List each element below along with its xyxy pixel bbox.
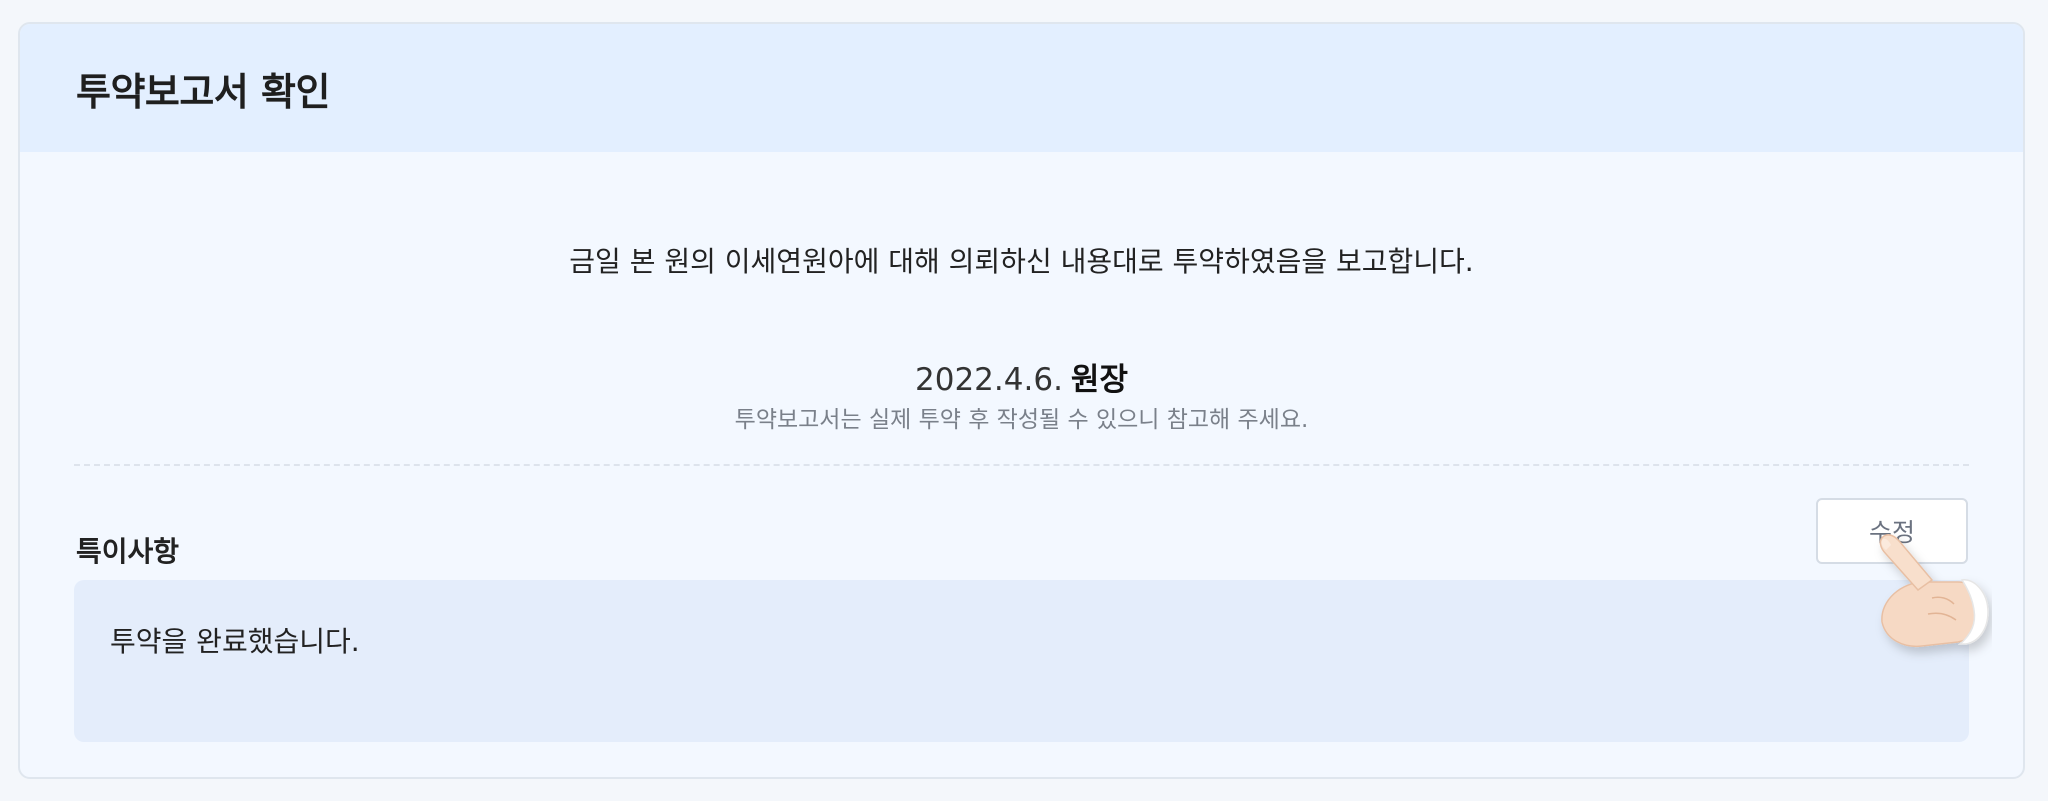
- dashed-divider: [74, 464, 1969, 466]
- remarks-content: 투약을 완료했습니다.: [110, 625, 360, 658]
- remarks-label: 특이사항: [76, 535, 180, 568]
- report-date: 2022.4.6.: [915, 362, 1063, 398]
- report-note: 투약보고서는 실제 투약 후 작성될 수 있으니 참고해 주세요.: [734, 407, 1309, 433]
- report-signer: 원장: [1070, 362, 1128, 398]
- edit-button[interactable]: 수정: [1816, 498, 1968, 564]
- report-message: 금일 본 원의 이세연원아에 대해 의뢰하신 내용대로 투약하였음을 보고합니다…: [569, 245, 1474, 278]
- report-date-line: 2022.4.6. 원장: [20, 354, 2023, 399]
- medication-report-card: 투약보고서 확인 금일 본 원의 이세연원아에 대해 의뢰하신 내용대로 투약하…: [18, 22, 2025, 779]
- remarks-box: 투약을 완료했습니다.: [74, 580, 1969, 742]
- card-header: 투약보고서 확인: [20, 24, 2023, 152]
- page-title: 투약보고서 확인: [76, 69, 330, 114]
